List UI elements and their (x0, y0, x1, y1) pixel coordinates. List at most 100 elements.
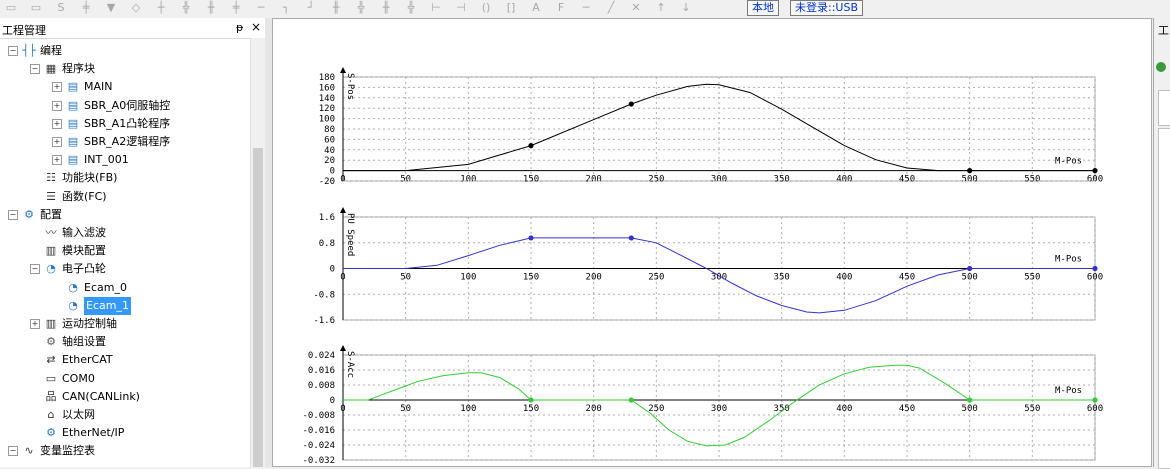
tree-main[interactable]: + ▤ MAIN (0, 78, 250, 96)
tree-ethernet-ip[interactable]: ⚙ EtherNet/IP (0, 424, 250, 442)
data-point (967, 397, 973, 403)
program-block-icon: ▦ (45, 62, 57, 76)
tree-com0[interactable]: ▭ COM0 (0, 370, 250, 388)
fb-icon[interactable]: F (554, 2, 568, 14)
tree-program-blocks[interactable]: − ▦ 程序块 (0, 60, 250, 78)
tree-axis-group[interactable]: ⚙ 轴组设置 (0, 333, 250, 351)
coil-icon[interactable]: ◇ (129, 2, 143, 14)
box-icon[interactable]: () (479, 2, 493, 14)
tree-ecam-0[interactable]: ◔ Ecam_0 (0, 279, 250, 297)
expand-icon[interactable]: + (52, 155, 62, 166)
branch-close-icon[interactable]: ╪ (229, 2, 243, 14)
config-icon: ⚙ (24, 207, 34, 221)
status-dot-icon (1156, 62, 1166, 72)
y-tick-label: 120 (319, 104, 335, 114)
local-button[interactable]: 本地 (747, 0, 779, 16)
cross-icon[interactable]: ✕ (629, 2, 643, 14)
pin-icon[interactable]: ᵽ (236, 21, 243, 34)
tree-programming[interactable]: − ┤├ 编程 (0, 42, 250, 60)
collapse-icon[interactable]: − (8, 46, 18, 56)
x-tick-label: 500 (962, 273, 978, 283)
line-icon[interactable]: ─ (254, 2, 268, 14)
y-tick-label: -1.6 (313, 316, 335, 326)
tree-item-label: 配置 (40, 207, 62, 221)
tree-scrollbar[interactable] (250, 38, 265, 467)
network-icon: 品 (45, 389, 57, 403)
tree-sbr-a0[interactable]: + ▤ SBR_A0伺服轴控 (0, 97, 250, 115)
wire2-icon[interactable]: ┘ (304, 2, 318, 14)
s-icon[interactable]: S (54, 2, 68, 14)
tree-int-001[interactable]: + ▤ INT_001 (0, 151, 250, 169)
tree-ethercat[interactable]: ⇄ EtherCAT (0, 351, 250, 369)
x-tick-label: 150 (523, 273, 539, 283)
cam-icon: ◔ (46, 262, 56, 276)
login-status-button[interactable]: 未登录::USB (790, 0, 863, 16)
pos-icon[interactable]: ⊢ (429, 2, 443, 14)
expand-icon[interactable]: + (52, 82, 62, 93)
hline-icon[interactable]: ─ (579, 2, 593, 14)
close-icon[interactable]: × (251, 20, 261, 34)
project-manager-panel: 工程管理 ᵽ × − ┤├ 编程 − ▦ 程序块 + ▤ MAIN + ▤ SBR_A0伺服轴控 + ▤ S… (0, 18, 266, 467)
x-tick-label: 600 (1087, 273, 1103, 283)
contact-nc-icon[interactable]: ▼ (104, 2, 118, 14)
tree-var-monitor[interactable]: − ∿ 变量监控表 (0, 442, 250, 460)
y-tick-label: 40 (324, 146, 335, 156)
collapse-icon[interactable]: − (30, 264, 40, 275)
x-tick-label: 200 (586, 273, 602, 283)
splitter[interactable] (265, 18, 272, 467)
contact-no-icon[interactable]: ╪ (79, 2, 93, 14)
tree-ecam-1[interactable]: ◔ Ecam_1 (0, 296, 250, 315)
cam-icon: ◔ (68, 280, 78, 294)
axis-icon: ▥ (45, 317, 57, 330)
collapse-icon[interactable]: − (8, 446, 18, 457)
tree-item-label: EtherNet/IP (62, 426, 125, 440)
tree-item-label: Ecam_1 (84, 296, 131, 315)
up-icon[interactable]: ↑ (654, 2, 668, 14)
ld-icon[interactable]: ▭ (4, 2, 18, 14)
tree-fb[interactable]: ☷ 功能块(FB) (0, 169, 250, 187)
tree-sbr-a1[interactable]: + ▤ SBR_A1凸轮程序 (0, 115, 250, 133)
data-point (628, 101, 634, 107)
parallel2-icon[interactable]: ╬ (354, 2, 368, 14)
ab-icon[interactable]: A (529, 2, 543, 14)
expand-icon[interactable]: + (52, 118, 62, 129)
tree-item-label: 模块配置 (62, 244, 106, 258)
tree-module-config[interactable]: ▥ 模块配置 (0, 242, 250, 260)
data-point (528, 143, 534, 149)
tree-sbr-a2[interactable]: + ▤ SBR_A2逻辑程序 (0, 133, 250, 151)
tree-ecam[interactable]: − ◔ 电子凸轮 (0, 260, 250, 278)
expand-icon[interactable]: + (52, 100, 62, 111)
wire-icon[interactable]: ┐ (279, 2, 293, 14)
tree-fc[interactable]: ☰ 函数(FC) (0, 188, 250, 206)
tree-motion-axes[interactable]: + ▥ 运动控制轴 (0, 315, 250, 333)
slash-icon[interactable]: ╱ (604, 2, 618, 14)
scrollbar-thumb[interactable] (253, 148, 263, 467)
parallel-icon[interactable]: ╫ (329, 2, 343, 14)
x-tick-label: 350 (774, 175, 790, 185)
collapse-icon[interactable]: − (30, 64, 40, 75)
right-panel-list (1158, 128, 1170, 469)
x-tick-label: 150 (523, 175, 539, 185)
tree-ethernet[interactable]: ⌂ 以太网 (0, 406, 250, 424)
collapse-icon[interactable]: − (8, 209, 18, 220)
branch-open-icon[interactable]: ╫ (204, 2, 218, 14)
expand-icon[interactable]: + (52, 137, 62, 147)
series2-icon[interactable]: ╬ (404, 2, 418, 14)
pou-m-icon: ▤ (67, 80, 79, 94)
series-icon[interactable]: ╫ (379, 2, 393, 14)
rung-icon[interactable]: ┼ (154, 2, 168, 14)
bracket-icon[interactable]: [] (504, 2, 518, 14)
tree-item-label: MAIN (84, 80, 113, 94)
expand-icon[interactable]: + (30, 319, 40, 329)
tree-input-filter[interactable]: 〰输入滤波 (0, 224, 250, 242)
data-point (628, 397, 634, 403)
tree-can[interactable]: 品 CAN(CANLink) (0, 388, 250, 406)
down-icon[interactable]: ↓ (679, 2, 693, 14)
toolbar: ▭ ▭ S ╪ ▼ ◇ ┼ ╬ ╫ ╪ ─ ┐ ┘ ╫ ╬ ╫ ╬ ⊢ ⊣ () [] A F ─ ╱ ✕ ↑ ↓ 本地 未登录::U… (0, 0, 1170, 19)
x-axis-label: M-Pos (1055, 255, 1082, 265)
pou-s-icon: ▤ (67, 116, 79, 130)
branch-icon[interactable]: ╬ (179, 2, 193, 14)
tree-config[interactable]: − ⚙ 配置 (0, 206, 250, 224)
ldn-icon[interactable]: ▭ (29, 2, 43, 14)
neg-icon[interactable]: ⊣ (454, 2, 468, 14)
